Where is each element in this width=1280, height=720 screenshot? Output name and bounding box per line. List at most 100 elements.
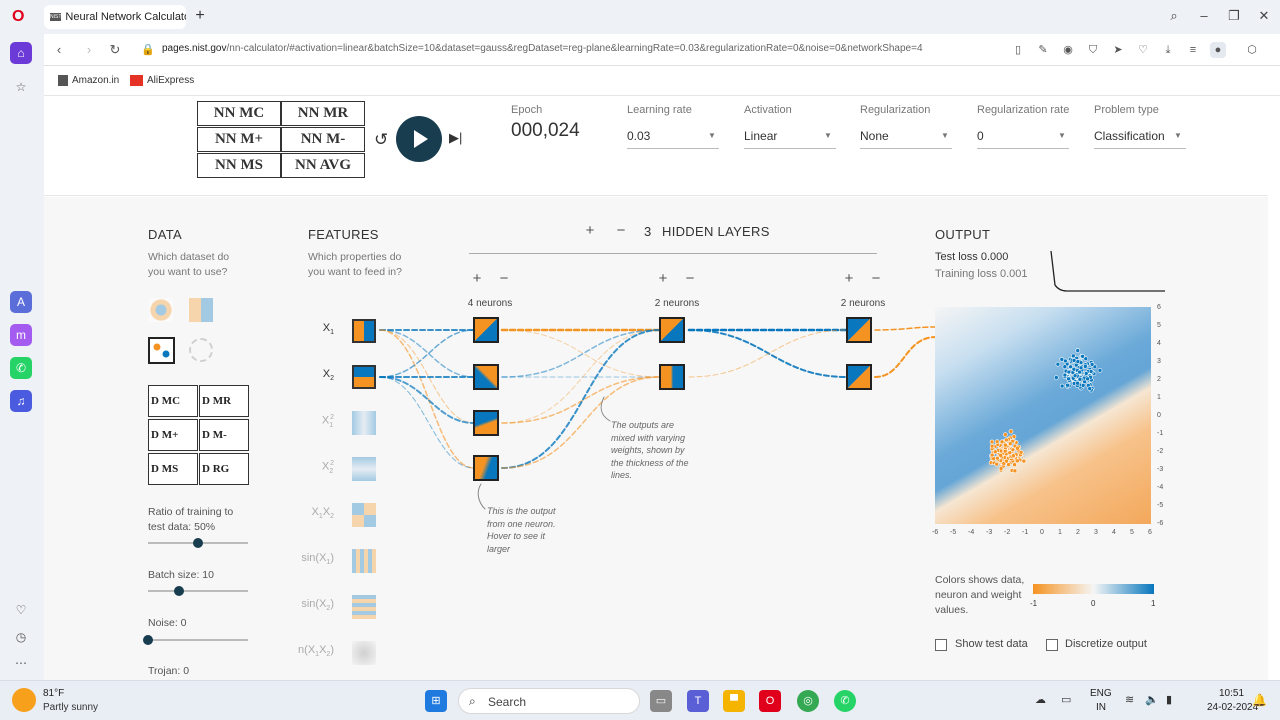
- player-icon[interactable]: ♫: [10, 390, 32, 412]
- chrome-icon[interactable]: ◎: [797, 690, 819, 712]
- neuron-l2-2[interactable]: [659, 364, 685, 390]
- show-test-checkbox[interactable]: [935, 639, 947, 651]
- output-heatmap[interactable]: [935, 307, 1151, 524]
- link[interactable]: [379, 329, 475, 378]
- data-point: [1075, 348, 1081, 353]
- file-explorer-icon[interactable]: ▀: [723, 690, 745, 712]
- home-icon[interactable]: ⌂: [10, 42, 32, 64]
- url-host: pages.nist.gov: [162, 43, 227, 54]
- neuron-l1-3[interactable]: [473, 410, 499, 436]
- shield-icon[interactable]: ⛉: [1085, 42, 1101, 58]
- teams-icon[interactable]: T: [687, 690, 709, 712]
- bookmark-aliexpress[interactable]: AliExpress: [130, 75, 194, 86]
- taskbar-search-box[interactable]: ⌕ Search: [458, 688, 640, 714]
- reader-icon[interactable]: ▯: [1010, 42, 1026, 58]
- opera-taskbar-icon[interactable]: O: [759, 690, 781, 712]
- neuron-l2-1[interactable]: [659, 317, 685, 343]
- bookmark-amazon[interactable]: Amazon.in: [58, 75, 119, 86]
- play-button[interactable]: [396, 116, 442, 162]
- link[interactable]: [379, 329, 475, 378]
- regularization-rate-select[interactable]: 0: [977, 129, 984, 143]
- back-icon[interactable]: ‹: [49, 40, 69, 60]
- discretize-checkbox[interactable]: [1046, 639, 1058, 651]
- opera-logo-icon[interactable]: O: [12, 8, 30, 26]
- whatsapp-icon[interactable]: ✆: [10, 357, 32, 379]
- tab-neural-network[interactable]: NIST Neural Network Calculator: [44, 5, 186, 29]
- windows-start-icon[interactable]: ⊞: [425, 690, 447, 712]
- data-point: [1004, 437, 1009, 443]
- heart-icon[interactable]: ♡: [10, 599, 32, 621]
- nn-avg-button[interactable]: NN AVG: [281, 153, 365, 178]
- link[interactable]: [501, 329, 661, 378]
- favorite-icon[interactable]: ♡: [1135, 42, 1151, 58]
- data-point: [1012, 462, 1017, 468]
- download-icon[interactable]: ⤓: [1160, 42, 1176, 58]
- reset-icon[interactable]: ↺: [374, 130, 388, 150]
- battery-icon[interactable]: ▮: [1166, 693, 1172, 706]
- task-view-icon[interactable]: ▭: [650, 690, 672, 712]
- neuron-l1-4[interactable]: [473, 455, 499, 481]
- clock-time[interactable]: 10:51: [1219, 688, 1244, 699]
- reload-icon[interactable]: ↻: [105, 40, 125, 60]
- y-tick: 5: [1157, 322, 1161, 329]
- activation-select[interactable]: Linear: [744, 129, 777, 143]
- x-tick: 3: [1094, 529, 1098, 536]
- restore-button[interactable]: ❐: [1222, 6, 1246, 26]
- nn-mplus-button[interactable]: NN M+: [197, 127, 281, 152]
- display-icon[interactable]: ▭: [1061, 693, 1071, 706]
- data-point: [991, 456, 996, 462]
- regularization-rate-label: Regularization rate: [977, 104, 1070, 116]
- new-tab-button[interactable]: +: [190, 6, 210, 26]
- data-point: [1075, 380, 1080, 386]
- learning-rate-select[interactable]: 0.03: [627, 129, 650, 143]
- more-icon[interactable]: ⋯: [10, 652, 32, 674]
- nn-mminus-button[interactable]: NN M-: [281, 127, 365, 152]
- step-icon[interactable]: ▶|: [449, 130, 462, 146]
- link[interactable]: [688, 329, 848, 378]
- neuron-l3-1[interactable]: [846, 317, 872, 343]
- extensions-icon[interactable]: ⬡: [1244, 42, 1260, 58]
- link[interactable]: [874, 326, 937, 331]
- link[interactable]: [501, 329, 661, 424]
- link[interactable]: [501, 329, 661, 378]
- wifi-icon[interactable]: ≋: [1125, 693, 1134, 706]
- cloud-icon[interactable]: ☁: [1035, 693, 1046, 706]
- url-field[interactable]: pages.nist.gov/nn-calculator/#activation…: [162, 43, 1042, 54]
- volume-icon[interactable]: 🔈: [1145, 693, 1159, 706]
- close-button[interactable]: ✕: [1252, 6, 1276, 26]
- forward-icon[interactable]: ›: [79, 40, 99, 60]
- weather-icon[interactable]: [12, 688, 36, 712]
- whatsapp-taskbar-icon[interactable]: ✆: [834, 690, 856, 712]
- data-point: [989, 439, 995, 445]
- nn-ms-button[interactable]: NN MS: [197, 153, 281, 178]
- notification-bell-icon[interactable]: 🔔: [1252, 693, 1267, 707]
- y-tick: 6: [1157, 304, 1161, 311]
- link[interactable]: [874, 336, 937, 378]
- problem-type-select[interactable]: Classification: [1094, 129, 1165, 143]
- data-points: [988, 348, 1103, 474]
- neuron-l3-2[interactable]: [846, 364, 872, 390]
- search-tabs-icon[interactable]: ⌕: [1162, 6, 1186, 26]
- lang-label[interactable]: ENG: [1090, 688, 1112, 699]
- camera-icon[interactable]: ◉: [1060, 42, 1076, 58]
- color-legend-text: Colors shows data, neuron and weight val…: [935, 574, 1025, 616]
- select-underline: [744, 148, 836, 149]
- messenger-icon[interactable]: m: [10, 324, 32, 346]
- edit-icon[interactable]: ✎: [1035, 42, 1051, 58]
- menu-icon[interactable]: ≡: [1185, 42, 1201, 58]
- url-path: /nn-calculator/#activation=linear&batchS…: [226, 43, 923, 54]
- nn-mr-button[interactable]: NN MR: [281, 101, 365, 126]
- link[interactable]: [379, 376, 475, 424]
- neuron-l1-2[interactable]: [473, 364, 499, 390]
- link[interactable]: [379, 376, 475, 469]
- star-icon[interactable]: ☆: [10, 76, 32, 98]
- send-icon[interactable]: ➤: [1110, 42, 1126, 58]
- history-icon[interactable]: ◷: [10, 626, 32, 648]
- nn-mc-button[interactable]: NN MC: [197, 101, 281, 126]
- profile-icon[interactable]: ●: [1210, 42, 1226, 58]
- aria-icon[interactable]: A: [10, 291, 32, 313]
- neuron-l1-1[interactable]: [473, 317, 499, 343]
- link[interactable]: [501, 376, 661, 424]
- regularization-select[interactable]: None: [860, 129, 889, 143]
- minimize-button[interactable]: –: [1192, 6, 1216, 26]
